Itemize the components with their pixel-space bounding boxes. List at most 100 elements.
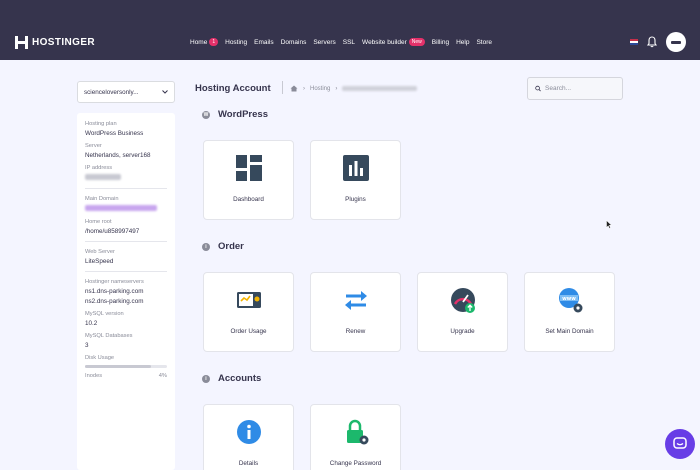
website-selector[interactable]: scienceloversonly... <box>77 81 175 103</box>
search-input[interactable] <box>545 85 615 92</box>
set-main-domain-card[interactable]: www Set Main Domain <box>524 272 615 352</box>
disk-usage-label: Disk Usage <box>85 355 115 361</box>
page-title: Hosting Account <box>195 83 271 94</box>
set-main-domain-label: Set Main Domain <box>545 328 594 335</box>
hosting-plan-label: Hosting plan <box>85 121 117 127</box>
ip-address-value-redacted <box>85 174 121 180</box>
home-notification-badge: 1 <box>209 38 219 46</box>
search-icon <box>535 85 541 92</box>
hostinger-logo[interactable]: HOSTINGER <box>15 36 95 49</box>
section-wordpress-title: WordPress <box>218 109 268 120</box>
section-order-title: Order <box>218 241 244 252</box>
order-usage-card[interactable]: Order Usage <box>203 272 294 352</box>
wordpress-icon: W <box>202 110 210 119</box>
divider <box>85 241 167 242</box>
header-divider <box>282 81 283 94</box>
nav-servers[interactable]: Servers <box>313 39 335 46</box>
plugins-card[interactable]: Plugins <box>310 140 401 220</box>
search-box[interactable] <box>527 77 623 100</box>
home-icon[interactable] <box>290 85 298 92</box>
renew-card[interactable]: Renew <box>310 272 401 352</box>
web-server-label: Web Server <box>85 249 115 255</box>
chevron-down-icon <box>162 90 168 94</box>
breadcrumb-separator: › <box>303 85 305 92</box>
info-icon: i <box>202 374 210 383</box>
brand-name: HOSTINGER <box>32 37 96 48</box>
hostinger-logo-icon <box>15 36 28 49</box>
new-badge: New <box>408 38 425 46</box>
mouse-cursor-icon <box>606 220 612 229</box>
nav-hosting[interactable]: Hosting <box>225 39 247 46</box>
upgrade-card[interactable]: Upgrade <box>417 272 508 352</box>
divider <box>85 271 167 272</box>
nav-ssl[interactable]: SSL <box>343 39 355 46</box>
breadcrumb-domain-redacted <box>342 86 418 91</box>
main-domain-link-redacted[interactable] <box>85 205 157 211</box>
mysql-version-label: MySQL version <box>85 311 124 317</box>
upgrade-gauge-icon <box>450 288 475 313</box>
disk-usage-progress-fill <box>85 365 151 368</box>
language-flag-icon[interactable] <box>630 39 638 45</box>
breadcrumb-hosting[interactable]: Hosting <box>310 86 330 92</box>
dashboard-label: Dashboard <box>233 196 264 203</box>
top-navigation-bar: HOSTINGER Home 1 Hosting Emails Domains S… <box>0 0 700 60</box>
section-order-header: i Order <box>202 241 244 252</box>
info-circle-icon <box>236 420 261 444</box>
home-root-value: /home/u858997497 <box>85 228 140 235</box>
ip-address-label: IP address <box>85 165 113 171</box>
user-avatar[interactable] <box>666 32 686 52</box>
nav-billing[interactable]: Billing <box>432 39 449 46</box>
dashboard-card[interactable]: Dashboard <box>203 140 294 220</box>
server-label: Server <box>85 143 102 149</box>
renew-label: Renew <box>345 328 366 335</box>
web-server-value: LiteSpeed <box>85 258 114 265</box>
hosting-details-sidebar: Hosting plan WordPress Business Server N… <box>77 113 175 470</box>
renew-arrows-icon <box>344 291 367 310</box>
details-card[interactable]: Details <box>203 404 294 470</box>
home-root-label: Home root <box>85 219 112 225</box>
section-accounts-header: i Accounts <box>202 373 261 384</box>
website-selector-value: scienceloversonly... <box>84 88 139 96</box>
plugins-label: Plugins <box>345 196 366 203</box>
upgrade-label: Upgrade <box>450 328 475 335</box>
divider <box>85 188 167 189</box>
hosting-plan-value: WordPress Business <box>85 130 144 137</box>
nav-website-builder[interactable]: Website builder New <box>362 38 425 46</box>
mysql-databases-label: MySQL Databases <box>85 333 133 339</box>
order-usage-icon <box>236 292 261 308</box>
main-domain-label: Main Domain <box>85 196 119 202</box>
mysql-version-value: 10.2 <box>85 320 98 327</box>
nav-domains[interactable]: Domains <box>281 39 307 46</box>
server-value: Netherlands, server168 <box>85 152 151 159</box>
plugins-icon <box>342 155 369 181</box>
breadcrumb: › Hosting › <box>290 85 418 92</box>
avatar-image <box>671 40 681 44</box>
inodes-label: Inodes <box>85 373 103 379</box>
nav-home[interactable]: Home 1 <box>190 38 219 46</box>
info-icon: i <box>202 242 210 251</box>
notifications-bell-icon[interactable] <box>646 36 658 48</box>
nav-right-tools <box>630 32 686 52</box>
nameserver-1: ns1.dns-parking.com <box>85 288 144 295</box>
nav-emails[interactable]: Emails <box>254 39 274 46</box>
mysql-databases-value: 3 <box>85 342 89 349</box>
nameservers-label: Hostinger nameservers <box>85 279 144 285</box>
section-wordpress-header: W WordPress <box>202 109 268 120</box>
www-globe-gear-icon: www <box>558 288 582 313</box>
section-accounts-title: Accounts <box>218 373 262 384</box>
nameserver-2: ns2.dns-parking.com <box>85 298 144 305</box>
nav-help[interactable]: Help <box>456 39 469 46</box>
breadcrumb-separator: › <box>335 85 338 92</box>
chat-bubble-icon <box>673 437 687 449</box>
nav-store[interactable]: Store <box>476 39 492 46</box>
details-label: Details <box>238 460 259 467</box>
live-chat-button[interactable] <box>665 429 695 459</box>
svg-text:www: www <box>562 296 576 302</box>
order-usage-label: Order Usage <box>230 328 267 335</box>
change-password-label: Change Password <box>329 460 382 467</box>
inodes-value: 4% <box>158 373 167 379</box>
change-password-card[interactable]: Change Password <box>310 404 401 470</box>
disk-usage-progress-bar <box>85 365 167 368</box>
lock-gear-icon <box>346 419 368 445</box>
dashboard-icon <box>235 155 262 181</box>
